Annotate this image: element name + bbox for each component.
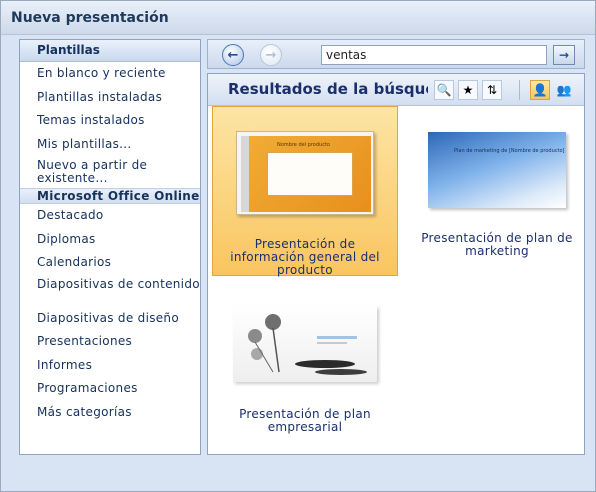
sidebar-item[interactable]: Informes (20, 354, 200, 378)
template-thumbnail: Nombre del producto (236, 131, 374, 215)
sidebar-item[interactable]: Diapositivas de diseño (20, 307, 200, 331)
sidebar-item[interactable]: Plantillas instaladas (20, 86, 200, 110)
thumbnail-stripe (241, 136, 249, 212)
sidebar-item[interactable]: Destacado (20, 204, 200, 228)
rate-star-icon[interactable]: ★ (458, 80, 478, 100)
title-bar[interactable]: Nueva presentación (1, 1, 595, 35)
user-remove-icon[interactable]: 👥 (554, 80, 574, 100)
sidebar-item[interactable]: Programaciones (20, 377, 200, 401)
results-header: Resultados de la búsqueda 🔍 ★ ⇅ 👤 👥 (208, 74, 584, 106)
thumbnail-title: Nombre del producto (277, 142, 330, 148)
back-arrow-icon[interactable]: ← (222, 44, 244, 66)
sidebar-item[interactable]: Diplomas (20, 228, 200, 252)
sidebar-item[interactable]: Más categorías (20, 401, 200, 425)
view-details-icon[interactable]: 🔍 (434, 80, 454, 100)
thumbnail-title: Plan de marketing de [Nombre de producto… (454, 148, 565, 154)
template-card[interactable]: Nombre del producto Presentación de info… (212, 106, 398, 277)
sidebar-item[interactable]: En blanco y reciente (20, 62, 200, 86)
forward-arrow-icon: → (260, 44, 282, 66)
sidebar-item[interactable]: Nuevo a partir de existente... (20, 156, 200, 188)
sidebar-header: Plantillas (20, 40, 200, 62)
results-title: Resultados de la búsqueda (228, 80, 428, 98)
sidebar-item[interactable]: Calendarios (20, 251, 200, 275)
flower-graphic-icon (248, 314, 367, 375)
template-caption: Presentación de plan empresarial (239, 407, 371, 434)
sidebar-item[interactable]: Diapositivas de contenido (20, 275, 200, 307)
results-panel: Resultados de la búsqueda 🔍 ★ ⇅ 👤 👥 Nomb… (207, 73, 585, 455)
toolbar-separator (519, 80, 520, 100)
template-card[interactable]: Plan de marketing de [Nombre de producto… (404, 106, 584, 276)
navigation-bar: ← → → (207, 39, 585, 69)
template-thumbnail (233, 306, 377, 382)
sidebar-list: En blanco y reciente Plantillas instalada… (20, 62, 200, 424)
templates-sidebar: Plantillas En blanco y reciente Plantilla… (19, 39, 201, 455)
dialog-title: Nueva presentación (11, 10, 169, 26)
sort-icon[interactable]: ⇅ (482, 80, 502, 100)
sidebar-item[interactable]: Presentaciones (20, 330, 200, 354)
search-input[interactable] (321, 45, 547, 65)
thumbnail-text-box (267, 152, 353, 196)
search-go-button[interactable]: → (553, 45, 575, 65)
user-icon[interactable]: 👤 (530, 80, 550, 100)
template-caption: Presentación de información general del … (230, 237, 380, 277)
sidebar-section-header: Microsoft Office Online (20, 188, 200, 204)
sidebar-item[interactable]: Mis plantillas... (20, 133, 200, 157)
new-presentation-dialog: Nueva presentación Plantillas En blanco … (0, 0, 596, 492)
sidebar-item[interactable]: Temas instalados (20, 109, 200, 133)
template-caption: Presentación de plan de marketing (421, 231, 573, 258)
template-card[interactable]: Presentación de plan empresarial (212, 284, 398, 434)
template-thumbnail: Plan de marketing de [Nombre de producto… (428, 132, 566, 208)
